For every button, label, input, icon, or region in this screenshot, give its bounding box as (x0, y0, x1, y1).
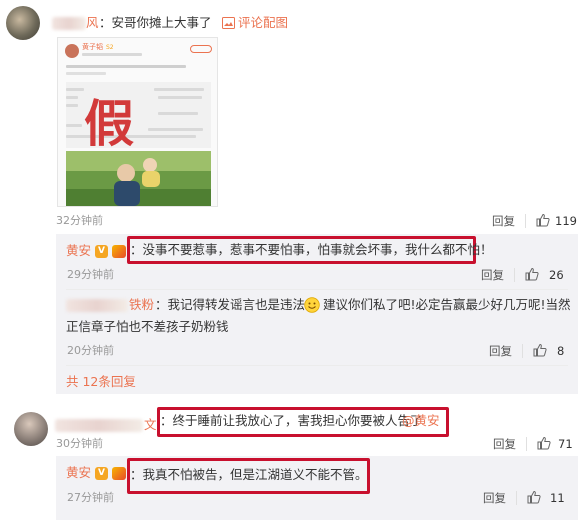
reply-author-name[interactable]: 铁粉 (129, 296, 154, 314)
thumbs-up-icon[interactable] (525, 267, 539, 284)
thumb-follow-button (190, 45, 212, 53)
image-icon[interactable] (222, 17, 235, 29)
commenter-name[interactable]: 文 (144, 416, 157, 434)
commenter-name[interactable]: 风 (86, 14, 99, 32)
reply-author-name[interactable]: 黄安 (66, 242, 91, 260)
reply-button[interactable]: 回复 (481, 268, 504, 282)
thumbs-up-icon[interactable] (536, 213, 550, 230)
comment-text: ：终于睡前让我放心了，害我担心你要被人告了 (160, 413, 423, 428)
reply-button[interactable]: 回复 (489, 344, 512, 358)
username-blurred[interactable] (55, 419, 143, 432)
comment-timestamp: 30分钟前 (56, 437, 103, 450)
reply-button[interactable]: 回复 (493, 437, 516, 451)
view-all-replies-link[interactable]: 共 12条回复 (66, 373, 136, 391)
reply-timestamp: 20分钟前 (67, 344, 114, 357)
reply-text: ：没事不要惹事，惹事不要怕事，怕事就会坏事，我什么都不怕！ (130, 242, 493, 257)
reply-button[interactable]: 回复 (492, 214, 515, 228)
reply-timestamp: 27分钟前 (67, 491, 114, 504)
like-count: 8 (557, 344, 565, 358)
comment-text: ：安哥你摊上大事了 (99, 15, 212, 30)
like-count: 71 (558, 437, 573, 451)
verified-v-icon: V (95, 245, 108, 258)
mention-link[interactable]: @黄安 (402, 412, 440, 430)
verified-v-icon: V (95, 467, 108, 480)
thumb-photo (66, 151, 211, 206)
thumbs-up-icon[interactable] (527, 490, 541, 507)
reply-text-continued: 建议你们私了吧!必定告赢最少好几万呢!当然 (323, 297, 571, 312)
level-badge-icon (112, 467, 126, 480)
comment-image-thumbnail[interactable]: 黄子韬 S2 假 (57, 37, 218, 207)
level-badge-icon (112, 245, 126, 258)
reply-timestamp: 29分钟前 (67, 268, 114, 281)
avatar[interactable] (6, 6, 40, 40)
smile-emoji-icon (304, 297, 320, 313)
thumb-username: 黄子韬 (82, 43, 103, 51)
like-count: 26 (549, 268, 564, 282)
like-count: 11 (550, 491, 565, 505)
thumbs-up-icon[interactable] (533, 343, 547, 360)
thumb-badge: S2 (106, 44, 114, 51)
thumb-avatar (65, 44, 79, 58)
reply-text: ：我记得转发谣言也是违法 (155, 297, 306, 312)
reply-text: ：我真不怕被告，但是江湖道义不能不管。 (130, 467, 368, 482)
comment-timestamp: 32分钟前 (56, 214, 103, 227)
reply-text-line2: 正信章子怕也不差孩子奶粉钱 (66, 319, 229, 334)
fake-watermark: 假 (84, 94, 134, 153)
username-blurred[interactable] (52, 17, 86, 30)
thumbs-up-icon[interactable] (537, 436, 551, 453)
view-comment-image-link[interactable]: 评论配图 (238, 14, 288, 32)
like-count: 119 (555, 214, 577, 228)
avatar[interactable] (14, 412, 48, 446)
reply-button[interactable]: 回复 (483, 491, 506, 505)
username-blurred[interactable] (66, 299, 128, 312)
reply-author-name[interactable]: 黄安 (66, 464, 91, 482)
